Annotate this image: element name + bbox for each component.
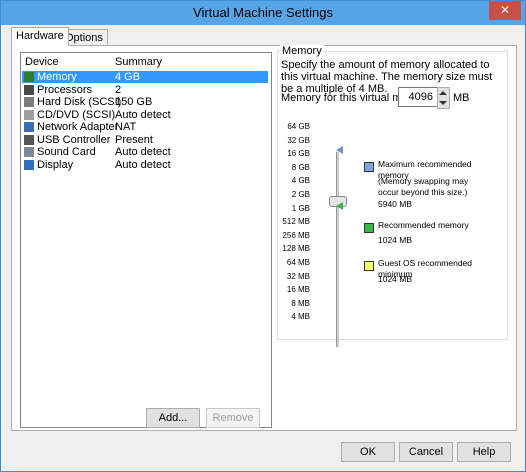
- memory-group-title: Memory: [280, 45, 324, 57]
- hardware-tab-panel: Device Summary Memory 4 GB Processors 2 Hard…: [11, 45, 517, 431]
- memory-scale-label: 256 MB: [282, 230, 310, 240]
- device-summary: Auto detect: [115, 158, 171, 171]
- dialog-client-area: Hardware Options Device Summary Memory 4 …: [7, 26, 519, 465]
- memory-scale-label: 64 MB: [286, 258, 310, 267]
- vm-settings-window: Virtual Machine Settings ✕ Hardware Opti…: [0, 0, 526, 472]
- memory-scale-label: 16 MB: [286, 285, 310, 295]
- device-row[interactable]: Sound Card Auto detect: [22, 146, 268, 158]
- ok-button[interactable]: OK: [341, 442, 395, 462]
- network-adapter-icon: [24, 122, 34, 132]
- hard-disk-icon: [24, 97, 34, 107]
- guest-minimum-value: 1024 MB: [378, 274, 413, 284]
- memory-scale-label: 128 MB: [282, 244, 310, 254]
- device-row[interactable]: Memory 4 GB: [22, 71, 268, 83]
- device-name: Processors: [37, 83, 93, 96]
- guest-minimum-swatch-icon: [364, 261, 374, 271]
- cancel-button[interactable]: Cancel: [399, 442, 453, 462]
- title-bar[interactable]: Virtual Machine Settings ✕: [1, 1, 525, 25]
- memory-scale-label: 8 MB: [291, 298, 310, 308]
- memory-description: Specify the amount of memory allocated t…: [281, 59, 493, 95]
- device-summary: 150 GB: [115, 96, 153, 108]
- device-row[interactable]: CD/DVD (SCSI) Auto detect: [22, 109, 268, 121]
- remove-button[interactable]: Remove: [206, 408, 260, 428]
- device-row[interactable]: Network Adapter NAT: [22, 121, 268, 133]
- device-column-header[interactable]: Device: [25, 56, 59, 68]
- device-summary: 2: [115, 83, 122, 96]
- memory-size-input[interactable]: 4096: [398, 87, 438, 107]
- memory-scale-label: 64 GB: [287, 122, 310, 131]
- max-recommended-note: (Memory swapping may occur beyond this s…: [378, 176, 469, 197]
- cd-dvd-icon: [24, 109, 34, 120]
- memory-scale-label: 2 GB: [291, 190, 310, 199]
- device-name: USB Controller: [37, 133, 111, 146]
- device-list[interactable]: Device Summary Memory 4 GB Processors 2 Hard…: [20, 52, 272, 428]
- sound-card-icon: [24, 147, 34, 157]
- memory-scale-label: 32 MB: [286, 271, 310, 281]
- device-summary: Auto detect: [115, 146, 171, 158]
- device-row[interactable]: Processors 2: [22, 84, 268, 96]
- memory-scale-label: 4 GB: [291, 176, 310, 186]
- memory-scale-label: 1 GB: [291, 203, 310, 213]
- add-button[interactable]: Add...: [146, 408, 200, 428]
- recommended-swatch-icon: [364, 223, 374, 233]
- device-summary: 4 GB: [115, 71, 141, 83]
- device-name: CD/DVD (SCSI): [37, 108, 116, 121]
- device-name: Display: [37, 158, 74, 171]
- recommended-title: Recommended memory: [378, 220, 469, 230]
- device-summary: NAT: [115, 121, 137, 133]
- help-button[interactable]: Help: [457, 442, 511, 462]
- summary-column-header[interactable]: Summary: [115, 56, 162, 68]
- memory-group: Memory Specify the amount of memory allo…: [277, 45, 508, 347]
- memory-icon: [24, 72, 34, 82]
- memory-scale-label: 4 MB: [291, 312, 310, 322]
- close-button[interactable]: ✕: [489, 1, 521, 20]
- processor-icon: [24, 84, 34, 95]
- display-icon: [24, 159, 34, 170]
- usb-controller-icon: [24, 134, 34, 145]
- tab-hardware[interactable]: Hardware: [11, 27, 69, 46]
- window-title: Virtual Machine Settings: [193, 5, 333, 20]
- device-name: Hard Disk (SCSI): [37, 96, 122, 108]
- recommended-marker-icon: [336, 202, 343, 210]
- memory-spinner[interactable]: [437, 87, 450, 109]
- device-name: Sound Card: [37, 146, 96, 158]
- device-summary: Auto detect: [115, 108, 171, 121]
- max-recommended-swatch-icon: [364, 162, 374, 172]
- memory-scale-label: 512 MB: [282, 217, 310, 227]
- memory-slider-track[interactable]: [336, 152, 339, 347]
- memory-scale-label: 8 GB: [291, 162, 310, 172]
- memory-unit-label: MB: [453, 92, 470, 104]
- memory-scale-label: 32 GB: [287, 135, 310, 145]
- device-name: Memory: [37, 71, 77, 83]
- spin-up-icon[interactable]: [439, 91, 447, 95]
- memory-scale-label: 16 GB: [287, 149, 310, 159]
- recommended-value: 1024 MB: [378, 235, 413, 245]
- device-name: Network Adapter: [37, 121, 119, 133]
- max-recommended-marker-icon: [336, 146, 343, 154]
- device-summary: Present: [115, 133, 153, 146]
- device-row[interactable]: Display Auto detect: [22, 159, 268, 171]
- max-recommended-value: 5940 MB: [378, 199, 413, 209]
- device-row[interactable]: Hard Disk (SCSI) 150 GB: [22, 96, 268, 108]
- spin-down-icon[interactable]: [439, 101, 447, 105]
- device-row[interactable]: USB Controller Present: [22, 134, 268, 146]
